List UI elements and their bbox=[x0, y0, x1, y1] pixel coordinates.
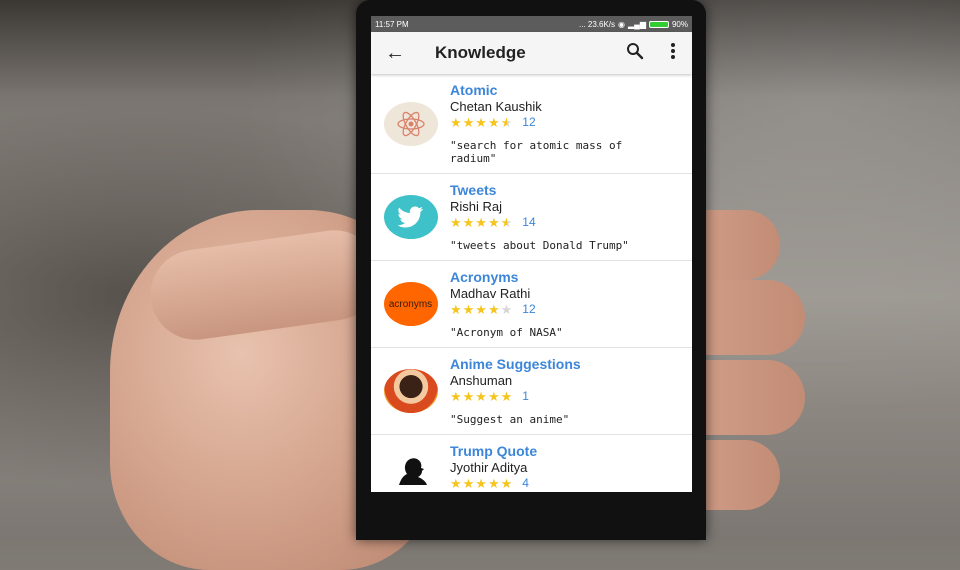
acronyms-logo: acronyms bbox=[383, 282, 438, 326]
skill-name[interactable]: Acronyms bbox=[450, 269, 692, 286]
rating-row: ★★★★★ 4 bbox=[450, 476, 692, 491]
example-query: "Suggest an anime" bbox=[450, 413, 570, 426]
more-vert-icon[interactable] bbox=[654, 42, 692, 65]
star-rating: ★★★★★ bbox=[450, 302, 514, 317]
star-rating: ★★★★★ bbox=[450, 389, 514, 404]
twitter-bird-icon bbox=[383, 195, 438, 239]
author-name: Anshuman bbox=[450, 373, 513, 388]
avatar-column: acronyms bbox=[371, 269, 450, 339]
author-name: Jyothir Aditya bbox=[450, 460, 528, 475]
trump-silhouette-icon bbox=[383, 445, 438, 489]
status-time: 11:57 PM bbox=[375, 19, 409, 29]
avatar-column bbox=[371, 443, 450, 491]
item-info: Acronyms Madhav Rathi ★★★★★ 12 "Acronym … bbox=[450, 269, 692, 339]
rating-row: ★★★★★ 1 bbox=[450, 389, 692, 404]
skill-name[interactable]: Atomic bbox=[450, 82, 692, 99]
list-item[interactable]: Tweets Rishi Raj ★★★★★ 14 "tweets about … bbox=[371, 174, 692, 261]
list-item[interactable]: acronyms Acronyms Madhav Rathi ★★★★★ 12 … bbox=[371, 261, 692, 348]
rating-row: ★★★★★ 14 bbox=[450, 215, 692, 230]
status-indicators: ... 23.6K/s ◉ ▂▄▆ 90% bbox=[579, 20, 688, 29]
list-item[interactable]: Atomic Chetan Kaushik ★★★★★ 12 "search f… bbox=[371, 74, 692, 174]
author-name: Chetan Kaushik bbox=[450, 99, 542, 114]
rating-count: 14 bbox=[522, 215, 536, 229]
avatar-column bbox=[371, 356, 450, 426]
atom-icon bbox=[383, 101, 438, 146]
status-bar: 11:57 PM ... 23.6K/s ◉ ▂▄▆ 90% bbox=[371, 16, 692, 32]
anime-character-avatar bbox=[383, 369, 438, 413]
star-rating: ★★★★★ bbox=[450, 476, 514, 491]
battery-percent: 90% bbox=[671, 19, 688, 29]
skill-name[interactable]: Anime Suggestions bbox=[450, 356, 692, 373]
skill-name[interactable]: Trump Quote bbox=[450, 443, 692, 460]
wifi-icon: ◉ bbox=[618, 19, 625, 29]
network-speed: ... 23.6K/s bbox=[578, 19, 616, 29]
back-arrow-icon[interactable]: ← bbox=[371, 42, 419, 65]
item-info: Tweets Rishi Raj ★★★★★ 14 "tweets about … bbox=[450, 182, 692, 252]
app-toolbar: ← Knowledge bbox=[371, 32, 692, 74]
avatar-column bbox=[371, 182, 450, 252]
list-item[interactable]: Trump Quote Jyothir Aditya ★★★★★ 4 bbox=[371, 435, 692, 492]
phone-screen: 11:57 PM ... 23.6K/s ◉ ▂▄▆ 90% ← Knowled… bbox=[371, 16, 692, 492]
acronyms-logo-text: acronyms bbox=[388, 298, 433, 310]
example-query: "search for atomic mass of radium" bbox=[450, 139, 623, 165]
rating-count: 12 bbox=[522, 115, 536, 129]
rating-row: ★★★★★ 12 bbox=[450, 302, 692, 317]
star-rating: ★★★★★ bbox=[450, 115, 514, 130]
author-name: Rishi Raj bbox=[450, 199, 503, 214]
skill-name[interactable]: Tweets bbox=[450, 182, 692, 199]
page-title: Knowledge bbox=[435, 43, 526, 62]
rating-row: ★★★★★ 12 bbox=[450, 115, 692, 130]
avatar-column bbox=[371, 82, 450, 165]
item-info: Anime Suggestions Anshuman ★★★★★ 1 "Sugg… bbox=[450, 356, 692, 426]
rating-count: 12 bbox=[522, 302, 536, 316]
author-name: Madhav Rathi bbox=[450, 286, 531, 301]
rating-count: 1 bbox=[522, 389, 529, 403]
item-info: Trump Quote Jyothir Aditya ★★★★★ 4 bbox=[450, 443, 692, 491]
item-info: Atomic Chetan Kaushik ★★★★★ 12 "search f… bbox=[450, 82, 692, 165]
list-item[interactable]: Anime Suggestions Anshuman ★★★★★ 1 "Sugg… bbox=[371, 348, 692, 435]
signal-icon: ▂▄▆ bbox=[628, 19, 646, 29]
search-icon[interactable] bbox=[616, 42, 654, 65]
skill-list: Atomic Chetan Kaushik ★★★★★ 12 "search f… bbox=[371, 74, 692, 492]
example-query: "tweets about Donald Trump" bbox=[450, 239, 629, 252]
battery-icon bbox=[648, 20, 669, 28]
star-rating: ★★★★★ bbox=[450, 215, 514, 230]
rating-count: 4 bbox=[522, 476, 529, 490]
example-query: "Acronym of NASA" bbox=[450, 326, 563, 339]
